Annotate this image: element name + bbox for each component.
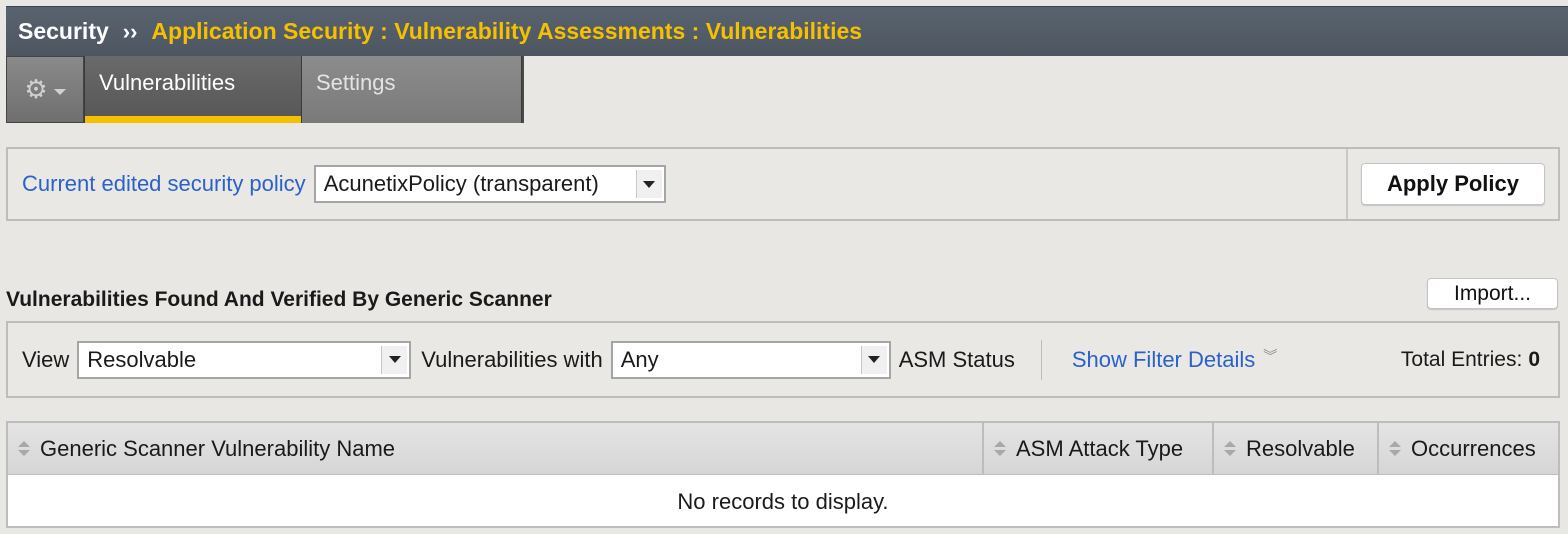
chevron-down-icon[interactable] bbox=[635, 170, 662, 198]
view-select[interactable]: Resolvable bbox=[77, 340, 412, 379]
asm-status-label: ASM Status bbox=[898, 346, 1015, 372]
column-header-occurrences[interactable]: Occurrences bbox=[1379, 423, 1558, 474]
policy-select-value: AcunetixPolicy (transparent) bbox=[323, 171, 599, 196]
asm-status-select[interactable]: Any bbox=[610, 340, 891, 379]
tab-vulnerabilities-label: Vulnerabilities bbox=[99, 70, 236, 95]
filter-bar: View Resolvable Vulnerabilities with Any… bbox=[6, 321, 1560, 398]
policy-select[interactable]: AcunetixPolicy (transparent) bbox=[313, 165, 666, 203]
column-header-label: Generic Scanner Vulnerability Name bbox=[40, 435, 396, 461]
total-entries: Total Entries: 0 bbox=[1401, 348, 1540, 372]
filter-divider bbox=[1040, 339, 1042, 380]
column-header-resolvable[interactable]: Resolvable bbox=[1214, 423, 1379, 474]
gear-icon: ⚙ bbox=[24, 74, 48, 104]
policy-panel: Current edited security policy AcunetixP… bbox=[6, 147, 1560, 221]
double-chevron-down-icon[interactable]: ︾ bbox=[1263, 348, 1277, 364]
total-entries-value: 0 bbox=[1528, 347, 1540, 371]
vulnerabilities-table: Generic Scanner Vulnerability Name ASM A… bbox=[6, 421, 1560, 528]
tab-vulnerabilities[interactable]: Vulnerabilities bbox=[84, 56, 302, 123]
chevron-down-icon bbox=[53, 88, 66, 95]
vulnerabilities-with-label: Vulnerabilities with bbox=[421, 346, 603, 372]
tab-settings-label: Settings bbox=[316, 70, 396, 95]
view-select-value: Resolvable bbox=[87, 346, 197, 372]
table-header: Generic Scanner Vulnerability Name ASM A… bbox=[8, 423, 1558, 475]
breadcrumb-section[interactable]: Security bbox=[18, 18, 109, 45]
breadcrumb-path: Application Security : Vulnerability Ass… bbox=[151, 18, 863, 44]
show-filter-details-link[interactable]: Show Filter Details ︾ bbox=[1072, 347, 1277, 373]
breadcrumb-header: Security ›› Application Security : Vulne… bbox=[6, 6, 1568, 56]
sort-icon bbox=[1389, 441, 1401, 456]
breadcrumb-separator: ›› bbox=[122, 18, 138, 44]
column-header-label: ASM Attack Type bbox=[1016, 435, 1184, 461]
sort-icon bbox=[994, 441, 1006, 456]
tab-bar: ⚙ Vulnerabilities Settings bbox=[6, 56, 524, 123]
total-entries-label: Total Entries: bbox=[1400, 347, 1523, 371]
show-filter-details-label[interactable]: Show Filter Details bbox=[1072, 347, 1255, 372]
sort-icon bbox=[18, 441, 30, 456]
asm-status-select-value: Any bbox=[620, 346, 659, 372]
chevron-down-icon[interactable] bbox=[381, 345, 408, 374]
sort-icon bbox=[1224, 441, 1236, 456]
column-header-label: Occurrences bbox=[1411, 435, 1536, 461]
section-title: Vulnerabilities Found And Verified By Ge… bbox=[6, 288, 552, 311]
apply-policy-container: Apply Policy bbox=[1346, 149, 1558, 219]
apply-policy-button[interactable]: Apply Policy bbox=[1361, 163, 1545, 205]
column-header-label: Resolvable bbox=[1246, 435, 1355, 461]
empty-table-message: No records to display. bbox=[677, 488, 889, 514]
tab-settings[interactable]: Settings bbox=[302, 56, 522, 123]
column-header-name[interactable]: Generic Scanner Vulnerability Name bbox=[8, 423, 984, 474]
chevron-down-icon[interactable] bbox=[860, 345, 887, 374]
gear-menu-button[interactable]: ⚙ bbox=[6, 56, 84, 123]
import-button[interactable]: Import... bbox=[1427, 278, 1558, 309]
column-header-attack-type[interactable]: ASM Attack Type bbox=[984, 423, 1214, 474]
view-label: View bbox=[22, 346, 70, 372]
current-policy-label[interactable]: Current edited security policy bbox=[22, 171, 306, 197]
